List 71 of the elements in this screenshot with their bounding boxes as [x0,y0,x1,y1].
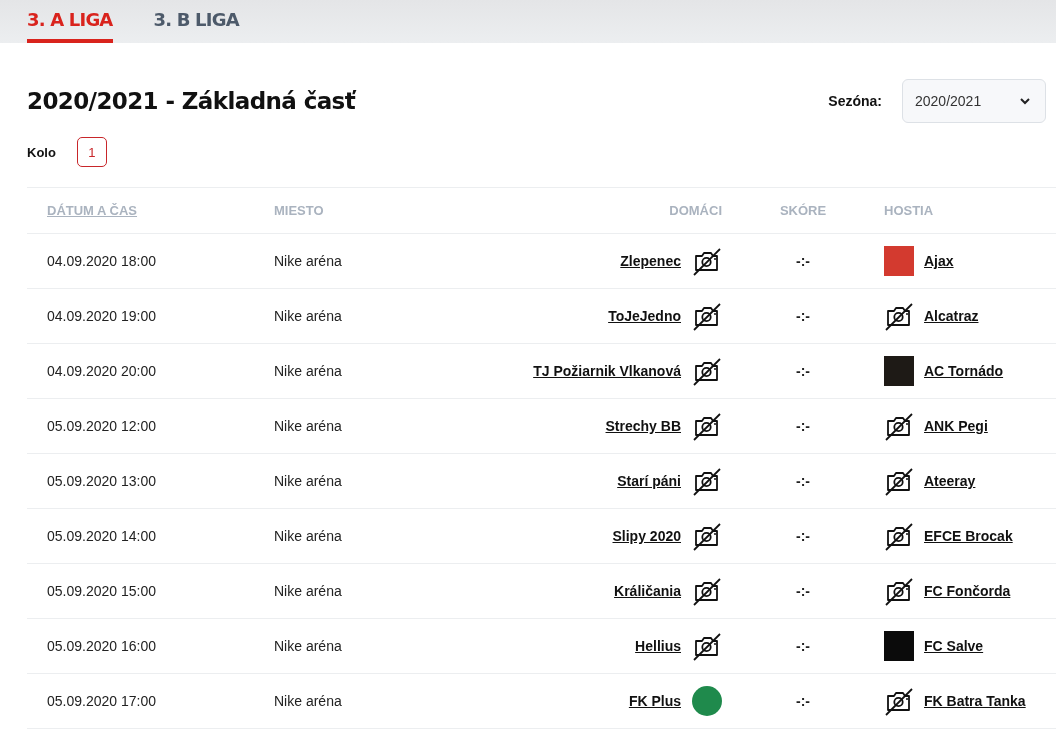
score-cell-text: -:- [795,583,811,599]
team-link[interactable]: Ajax [924,253,954,269]
table-cell-text: Nike aréna [274,473,343,489]
team-link[interactable]: Slipy 2020 [612,528,681,544]
team-link[interactable]: Králičania [614,583,681,599]
table-cell-text: 05.09.2020 13:00 [47,473,157,489]
chevron-down-icon [1019,97,1031,105]
score-cell-text: -:- [795,693,811,709]
round-button[interactable]: 1 [76,137,107,167]
score-cell-text: -:- [795,418,811,434]
team-link[interactable]: FK Plus [628,693,681,709]
round-label: Kolo [27,144,56,160]
no-photo-icon [692,631,722,661]
season-label: Sezóna: [828,93,882,109]
no-photo-icon [884,576,914,606]
team-link[interactable]: FC Salve [924,638,984,654]
team-link[interactable]: FK Batra Tanka [924,693,1026,709]
no-photo-icon [692,301,722,331]
no-photo-icon [884,411,914,441]
score-cell-text: -:- [795,253,811,269]
no-photo-icon [692,411,722,441]
score-cell-text: -:- [795,528,811,544]
table-cell-text: Nike aréna [274,528,343,544]
team-link[interactable]: Alcatraz [924,308,979,324]
no-photo-icon [692,466,722,496]
no-photo-icon [692,356,722,386]
table-cell-text: Nike aréna [274,308,343,324]
score-cell-text: -:- [795,638,811,654]
team-link[interactable]: Starí páni [617,473,681,489]
table-cell-text: 04.09.2020 18:00 [47,253,157,269]
column-header: MIESTO [274,203,325,218]
score-cell-text: -:- [795,363,811,379]
column-header: SKÓRE [778,203,828,218]
no-photo-icon [692,521,722,551]
team-link[interactable]: Zlepenec [620,253,681,269]
team-link[interactable]: EFCE Brocak [924,528,1013,544]
no-photo-icon [692,246,722,276]
no-photo-icon [884,521,914,551]
team-link[interactable]: FC Fončorda [924,583,1011,599]
table-cell-text: 05.09.2020 16:00 [47,638,157,654]
no-photo-icon [884,686,914,716]
team-link[interactable]: Ateeray [924,473,976,489]
column-header: HOSTIA [884,203,935,218]
page-title: 2020/2021 - Základná časť [27,88,356,114]
season-select[interactable]: 2020/2021 [902,79,1046,123]
table-cell-text: Nike aréna [274,583,343,599]
league-tab[interactable]: 3. A LIGA [27,0,113,43]
table-cell-text: Nike aréna [274,638,343,654]
team-link[interactable]: Hellius [635,638,681,654]
team-link[interactable]: Strechy BB [605,418,681,434]
table-cell-text: 05.09.2020 17:00 [47,693,157,709]
table-cell-text: 04.09.2020 20:00 [47,363,157,379]
table-cell-text: Nike aréna [274,363,343,379]
score-cell-text: -:- [795,473,811,489]
column-header: DOMÁCI [668,203,722,218]
score-cell-text: -:- [795,308,811,324]
no-photo-icon [692,576,722,606]
table-cell-text: Nike aréna [274,253,343,269]
no-photo-icon [884,466,914,496]
team-link[interactable]: ToJeJedno [608,308,681,324]
league-tab[interactable]: 3. B LIGA [153,0,239,43]
team-link[interactable]: AC Tornádo [924,363,1004,379]
team-link[interactable]: ANK Pegi [924,418,988,434]
table-cell-text: 04.09.2020 19:00 [47,308,157,324]
team-link[interactable]: TJ Požiarnik Vlkanová [533,363,681,379]
table-cell-text: 05.09.2020 12:00 [47,418,157,434]
no-photo-icon [884,301,914,331]
table-cell-text: Nike aréna [274,693,343,709]
table-cell-text: 05.09.2020 15:00 [47,583,157,599]
table-cell-text: Nike aréna [274,418,343,434]
table-cell-text: 05.09.2020 14:00 [47,528,157,544]
